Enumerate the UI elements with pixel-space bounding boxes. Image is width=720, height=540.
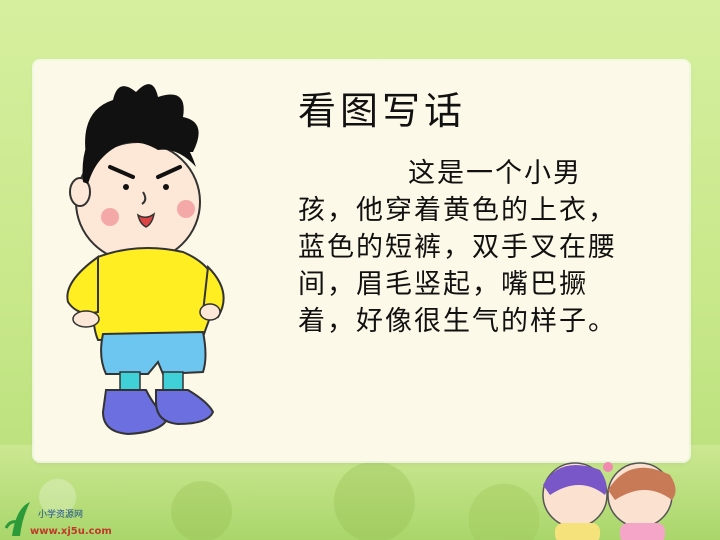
kids-decoration [542, 462, 676, 540]
boy-illustration [66, 84, 225, 436]
slide-paragraph: 这是一个小男孩，他穿着黄色的上衣，蓝色的短裤，双手叉在腰间，眉毛竖起，嘴巴撅着，… [298, 158, 617, 337]
logo-name: 小学资源网 [38, 510, 84, 520]
slide-title: 看图写话 [298, 89, 467, 133]
logo-url[interactable]: www.xj5u.com [30, 526, 112, 537]
